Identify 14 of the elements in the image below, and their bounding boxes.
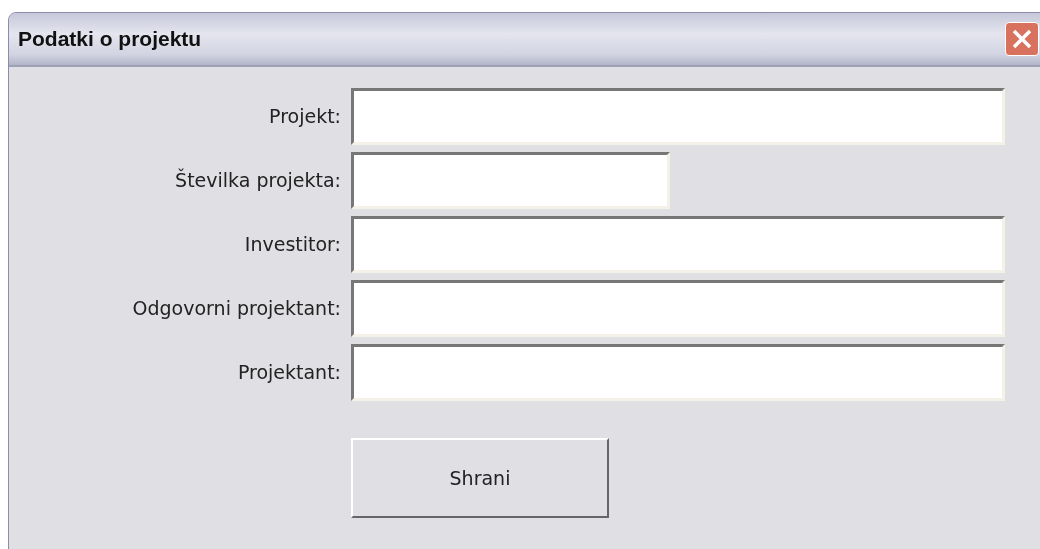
input-field[interactable] [351, 152, 670, 209]
input-field[interactable] [351, 280, 1005, 337]
close-icon [1011, 28, 1033, 50]
field-label: Številka projekta: [174, 167, 342, 194]
field-label: Projekt: [268, 104, 342, 130]
close-button[interactable] [1005, 22, 1039, 56]
input-field[interactable] [351, 216, 1005, 273]
save-button[interactable]: Shrani [351, 438, 609, 518]
window-title: Podatki o projektu [18, 26, 202, 53]
field-label: Investitor: [243, 232, 342, 258]
field-label: Odgovorni projektant: [131, 296, 342, 322]
input-field[interactable] [351, 88, 1005, 145]
field-label: Projektant: [236, 360, 342, 386]
input-field[interactable] [351, 344, 1005, 401]
